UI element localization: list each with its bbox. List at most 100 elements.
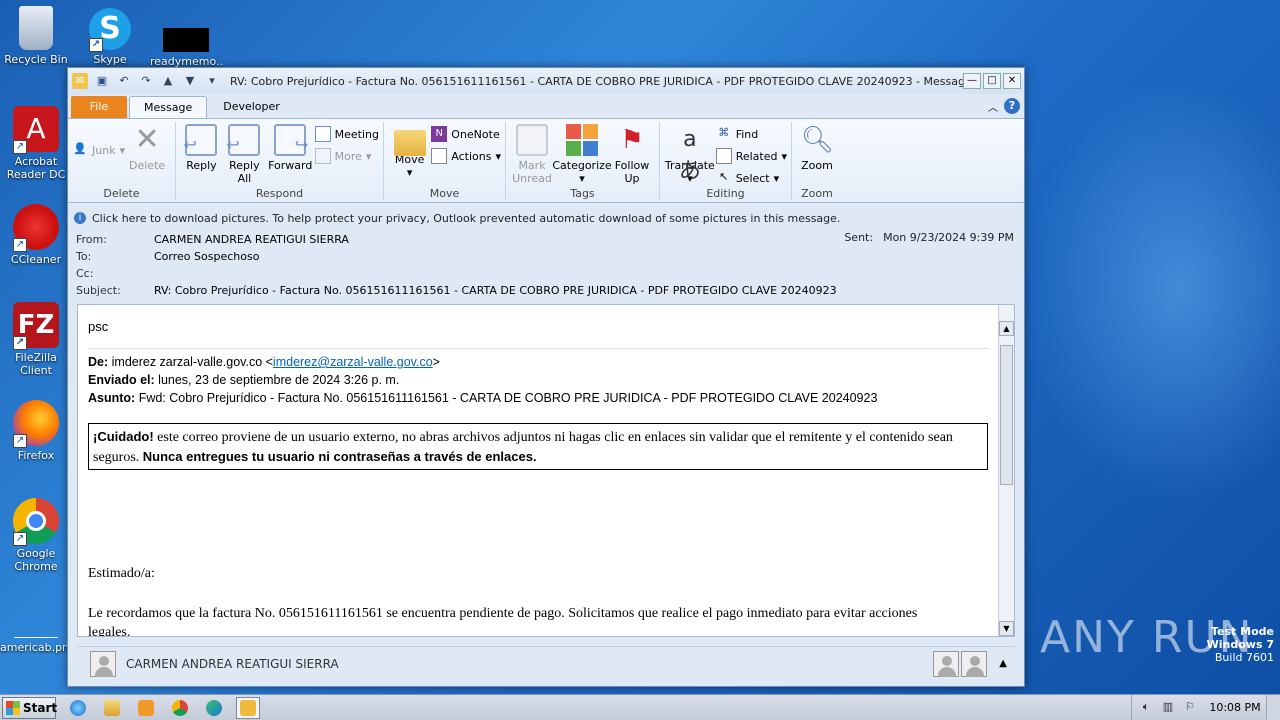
meeting-button[interactable]: Meeting [314, 124, 379, 144]
follow-up-button[interactable]: ⚑ Follow Up [610, 122, 654, 185]
junk-button[interactable]: 👤 Junk ▾ [72, 140, 125, 160]
mark-unread-icon [516, 124, 548, 156]
collapse-ribbon-icon[interactable]: ︿ [988, 99, 998, 114]
start-button[interactable]: Start [2, 696, 57, 719]
volume-icon[interactable]: 🔈︎ [1138, 700, 1154, 716]
translate-button[interactable]: aあ Translate ▾ [664, 122, 716, 185]
respond-group: ↩ Reply ↩ Reply All ↪ Forward Meeting More … [176, 122, 384, 200]
redo-icon[interactable]: ↷ [138, 73, 154, 89]
scroll-down-arrow[interactable]: ▼ [999, 621, 1014, 636]
onenote-icon: N [431, 126, 448, 142]
ribbon: 👤 Junk ▾ ✕ Delete Delete ↩ Reply ↩ Reply All… [68, 118, 1024, 203]
clock[interactable]: 10:08 PM [1204, 701, 1266, 714]
network-icon[interactable]: ▥ [1160, 700, 1176, 716]
reply-button[interactable]: ↩ Reply [180, 122, 223, 172]
people-pane: CARMEN ANDREA REATIGUI SIERRA ▲ [77, 646, 1015, 680]
find-button[interactable]: ⌘ Find [716, 124, 787, 144]
customize-toolbar-icon[interactable]: ▾ [204, 73, 220, 89]
tags-group: Mark Unread Categorize ▾ ⚑ Follow Up Tags [506, 122, 660, 200]
greeting-text: Estimado/a: [88, 566, 155, 581]
mark-unread-button[interactable]: Mark Unread [510, 122, 554, 185]
tab-file[interactable]: File [71, 96, 127, 118]
recycle-bin-icon[interactable]: Recycle Bin [0, 6, 72, 66]
to-value[interactable]: Correo Sospechoso [154, 250, 259, 263]
related-button[interactable]: Related ▾ [715, 146, 787, 166]
skype-icon[interactable]: S ↗ Skype [74, 8, 146, 66]
zoom-group: 🔍︎ Zoom Zoom [792, 122, 842, 200]
magnifier-icon: 🔍︎ [801, 125, 835, 155]
taskbar-media-player-icon[interactable] [134, 697, 158, 719]
delete-icon: ✕ [134, 122, 160, 157]
onenote-button[interactable]: N OneNote [431, 124, 501, 144]
outlook-message-window[interactable]: ✉ ▣ ↶ ↷ ▲ ▼ ▾ RV: Cobro Prejurídico - Fa… [67, 67, 1025, 687]
forward-icon: ↪ [274, 124, 308, 156]
scroll-up-arrow[interactable]: ▲ [999, 321, 1014, 336]
sender-avatar [90, 650, 116, 677]
zoom-button[interactable]: 🔍︎ Zoom [796, 122, 838, 172]
next-item-icon[interactable]: ▼ [182, 73, 198, 89]
taskbar-ie-icon[interactable] [66, 697, 90, 719]
taskbar: Start 🔈︎ ▥ ⚐ 10:08 PM [0, 694, 1280, 720]
move-button[interactable]: Move ▾ [388, 122, 431, 179]
download-pictures-bar[interactable]: i Click here to download pictures. To he… [74, 209, 1018, 227]
window-title: RV: Cobro Prejurídico - Factura No. 0561… [230, 74, 963, 88]
help-icon[interactable]: ? [1004, 98, 1020, 114]
test-mode-text: Test Mode Windows 7 Build 7601 [1206, 625, 1274, 664]
from-value[interactable]: CARMEN ANDREA REATIGUI SIERRA [154, 233, 349, 246]
categorize-button[interactable]: Categorize ▾ [552, 122, 612, 185]
action-center-flag-icon[interactable]: ⚐ [1182, 700, 1198, 716]
minimize-button[interactable]: — [963, 73, 981, 89]
sender-email-link[interactable]: imderez@zarzal-valle.gov.co [273, 355, 433, 369]
close-button[interactable]: ✕ [1003, 73, 1021, 89]
people-pane-name[interactable]: CARMEN ANDREA REATIGUI SIERRA [126, 657, 339, 671]
scroll-thumb[interactable] [1000, 345, 1013, 485]
sent-info: Sent: Mon 9/23/2024 9:39 PM [844, 231, 1014, 244]
readymemo-icon[interactable]: readymemo... [150, 28, 222, 68]
forward-button[interactable]: ↪ Forward [266, 122, 315, 172]
body-paragraph: Le recordamos que la factura No. 0561516… [88, 606, 918, 637]
external-sender-warning: ¡Cuidado! este correo proviene de un usu… [88, 423, 988, 470]
previous-item-icon[interactable]: ▲ [160, 73, 176, 89]
more-icon [314, 148, 331, 164]
vertical-scrollbar[interactable]: ▲ ▼ [998, 305, 1014, 636]
more-button[interactable]: More ▾ [314, 146, 379, 166]
ribbon-tabs: File Message Developer ︿ ? [68, 94, 1024, 118]
maximize-button[interactable]: □ [983, 73, 1001, 89]
taskbar-chrome-icon[interactable] [168, 697, 192, 719]
delete-group: 👤 Junk ▾ ✕ Delete Delete [68, 122, 176, 200]
actions-icon [431, 148, 448, 164]
filezilla-icon[interactable]: FZ ↗ FileZilla Client [0, 302, 72, 377]
taskbar-outlook-icon[interactable] [236, 696, 260, 719]
reply-all-icon: ↩ [226, 124, 261, 156]
contact-avatar-2[interactable] [961, 650, 988, 677]
acrobat-reader-icon[interactable]: A ↗ Acrobat Reader DC [0, 106, 72, 181]
taskbar-explorer-icon[interactable] [100, 697, 124, 719]
title-bar[interactable]: ✉ ▣ ↶ ↷ ▲ ▼ ▾ RV: Cobro Prejurídico - Fa… [68, 68, 1024, 94]
actions-button[interactable]: Actions ▾ [431, 146, 501, 166]
tab-message[interactable]: Message [129, 96, 208, 118]
quick-access-toolbar: ✉ ▣ ↶ ↷ ▲ ▼ ▾ [72, 73, 220, 89]
expand-people-pane-icon[interactable]: ▲ [999, 658, 1007, 669]
delete-button[interactable]: ✕ Delete [125, 122, 169, 173]
translate-icon: aあ [678, 127, 701, 184]
undo-icon[interactable]: ↶ [116, 73, 132, 89]
taskbar-edge-icon[interactable] [202, 697, 226, 719]
show-desktop-button[interactable] [1266, 694, 1280, 720]
follow-up-flag-icon: ⚑ [620, 125, 644, 155]
windows-logo-icon [6, 700, 20, 715]
editing-group: aあ Translate ▾ ⌘ Find Related ▾ ↖ Select ▾ E… [660, 122, 792, 200]
select-button[interactable]: ↖ Select ▾ [716, 168, 787, 188]
message-body[interactable]: psc De: imderez zarzal-valle.gov.co <imd… [77, 304, 1015, 637]
save-icon[interactable]: ▣ [94, 73, 110, 89]
ccleaner-icon[interactable]: ↗ CCleaner [0, 204, 72, 266]
binoculars-icon: ⌘ [718, 126, 730, 139]
move-group: Move ▾ N OneNote Actions ▾ Move [384, 122, 506, 200]
chrome-icon[interactable]: ↗ Google Chrome [0, 498, 72, 573]
tab-developer[interactable]: Developer [209, 96, 294, 118]
outlook-icon: ✉ [72, 73, 88, 89]
contact-avatar-1[interactable] [933, 650, 960, 677]
move-folder-icon [393, 130, 426, 156]
reply-all-button[interactable]: ↩ Reply All [223, 122, 266, 185]
firefox-icon[interactable]: ↗ Firefox [0, 400, 72, 462]
americab-file-icon[interactable]: americab.png [0, 600, 76, 654]
